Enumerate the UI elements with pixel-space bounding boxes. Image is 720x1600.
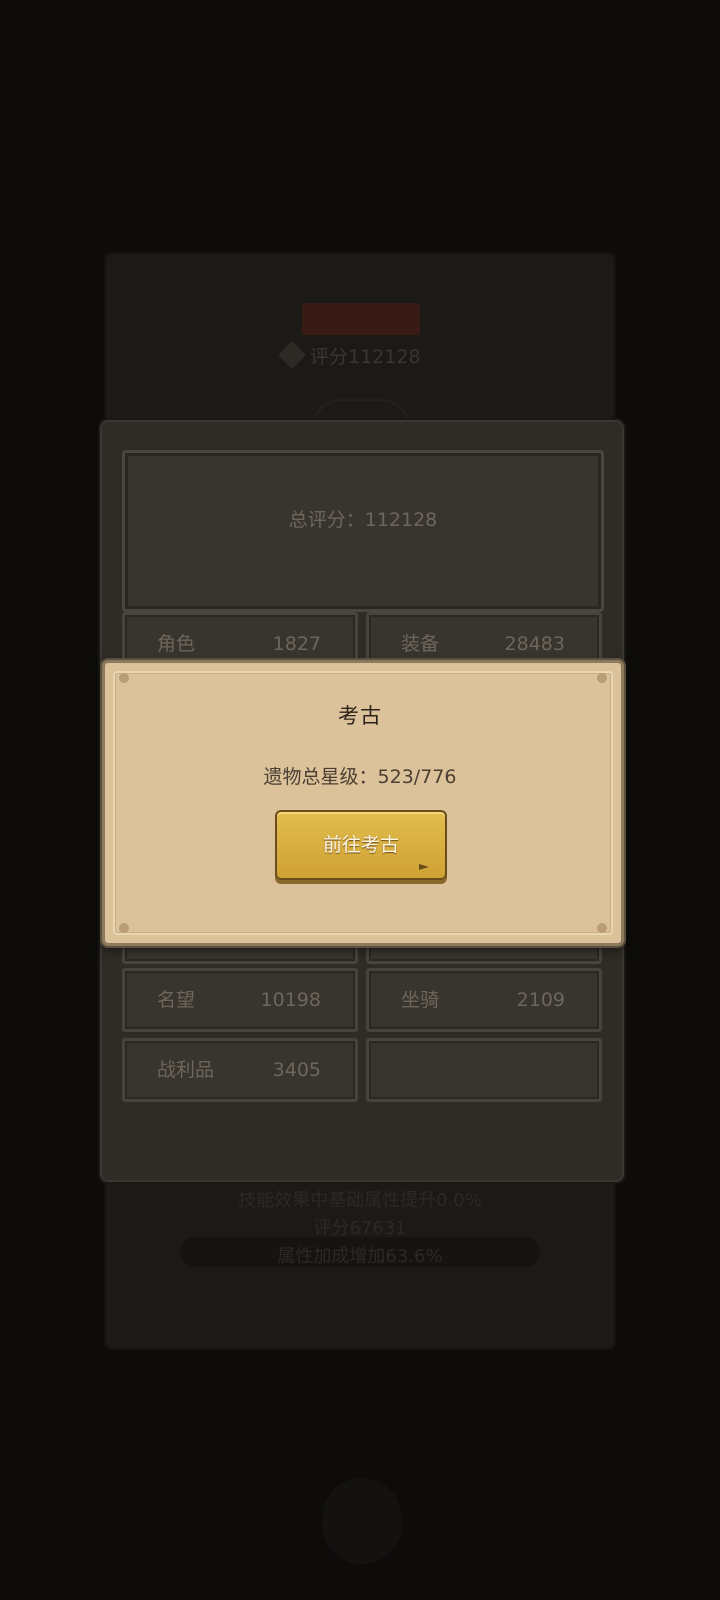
- corner-nail-icon: [119, 923, 129, 933]
- stat-label: 名望: [157, 989, 196, 1011]
- background-rating: 评分112128: [277, 340, 421, 370]
- background-rating-text: 评分112128: [310, 345, 421, 368]
- stat-value: 10198: [260, 989, 321, 1011]
- stat-card-empty: [366, 1038, 602, 1102]
- bottom-nav-icon: [322, 1478, 402, 1564]
- rating-diamond-icon: [277, 340, 307, 370]
- stat-card-mount: 坐骑 2109: [366, 968, 602, 1032]
- corner-nail-icon: [597, 673, 607, 683]
- background-title: [302, 303, 420, 335]
- stat-label: 坐骑: [401, 989, 440, 1011]
- corner-nail-icon: [119, 673, 129, 683]
- stat-value: 2109: [516, 989, 565, 1011]
- background-info-line-2: 技能效果中基础属性提升0.0%: [238, 1190, 482, 1211]
- stat-card-fame: 名望 10198: [122, 968, 358, 1032]
- screen: 评分112128 每5秒回复0.0%生命值 技能效果中基础属性提升0.0% 评分…: [0, 0, 720, 1600]
- background-info-line-3: 评分67631: [313, 1218, 407, 1239]
- background-info-line-4: 属性加成增加63.6%: [277, 1246, 443, 1267]
- relic-star-total: 遗物总星级：523/776: [263, 766, 457, 788]
- stat-card-loot: 战利品 3405: [122, 1038, 358, 1102]
- go-archaeology-button[interactable]: 前往考古: [275, 810, 447, 880]
- stat-value: 3405: [272, 1059, 321, 1081]
- total-score-label: 总评分：112128: [288, 509, 438, 531]
- stat-label: 战利品: [157, 1059, 215, 1081]
- modal-title: 考古: [338, 704, 382, 728]
- corner-nail-icon: [597, 923, 607, 933]
